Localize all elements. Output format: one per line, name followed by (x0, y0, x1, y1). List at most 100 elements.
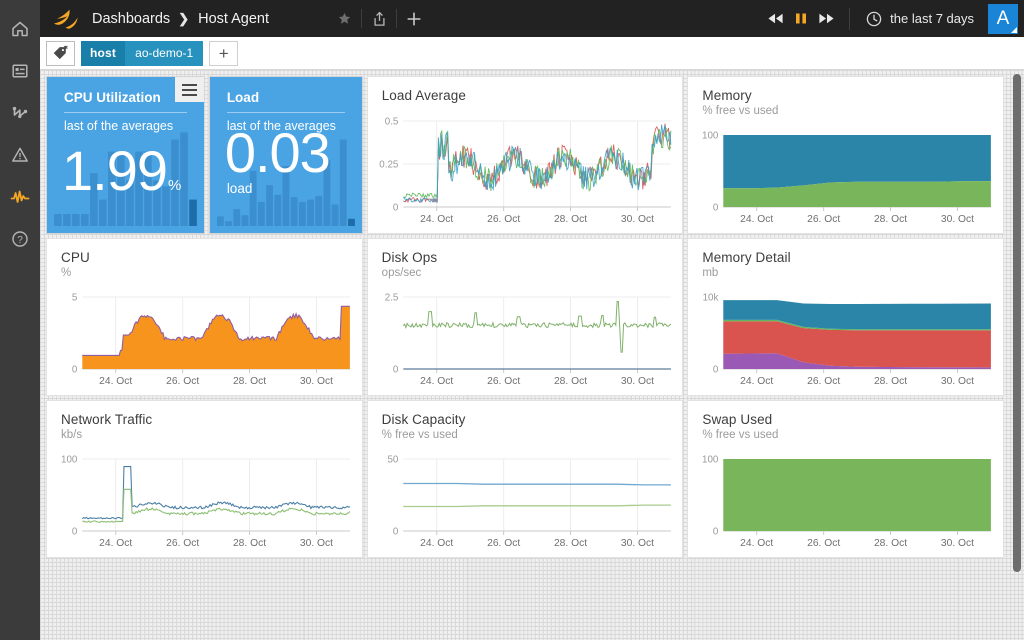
tag-value: ao-demo-1 (125, 41, 203, 66)
panel-title-load: Load (217, 84, 355, 105)
tag-asterisk-button[interactable] (46, 41, 75, 66)
sidebar-item-traces[interactable] (0, 92, 40, 134)
dashboards-icon (10, 61, 30, 81)
load-unit: load (227, 181, 253, 196)
panel-cell-memory: Memory % free vs used 010024. Oct26. Oct… (685, 74, 1006, 236)
time-range-label: the last 7 days (890, 11, 974, 26)
svg-text:0.25: 0.25 (379, 159, 399, 170)
cpu-utilization-value: 1.99% (62, 146, 180, 196)
breadcrumb: Dashboards ❯ Host Agent (92, 11, 269, 27)
brand-logo[interactable] (40, 8, 92, 30)
svg-text:5: 5 (72, 292, 78, 303)
svg-text:0: 0 (393, 526, 399, 537)
panel-title-disk-ops: Disk Ops (368, 239, 683, 265)
playback-controls (767, 12, 835, 25)
rewind-button[interactable] (767, 12, 784, 25)
tag-filter-host[interactable]: host ao-demo-1 (81, 41, 203, 66)
scrollbar-thumb[interactable] (1013, 74, 1021, 572)
svg-text:0: 0 (393, 202, 399, 213)
svg-text:28. Oct: 28. Oct (874, 214, 907, 225)
tag-asterisk-icon (52, 45, 69, 61)
add-tag-filter-button[interactable]: + (209, 41, 238, 66)
share-button[interactable] (362, 0, 396, 37)
panel-cell-load-average: Load Average 00.250.524. Oct26. Oct28. O… (365, 74, 686, 236)
panel-cpu-utilization[interactable]: CPU Utilization last of the averages 1.9… (46, 76, 205, 234)
panel-disk-capacity[interactable]: Disk Capacity % free vs used 05024. Oct2… (367, 400, 684, 558)
panel-row-2: CPU % 0524. Oct26. Oct28. Oct30. Oct Dis… (44, 236, 1006, 398)
svg-text:50: 50 (387, 454, 398, 465)
topbar-actions (327, 0, 431, 37)
panel-cell-cpu-utilization: CPU Utilization last of the averages 1.9… (44, 74, 207, 236)
svg-text:24. Oct: 24. Oct (99, 376, 132, 387)
user-avatar[interactable]: A (988, 4, 1018, 34)
time-range-picker[interactable]: the last 7 days (866, 11, 974, 27)
svg-text:24. Oct: 24. Oct (420, 538, 453, 549)
panel-memory-detail[interactable]: Memory Detail mb 010k24. Oct26. Oct28. O… (687, 238, 1004, 396)
panel-subtitle-memory: % free vs used (688, 103, 1003, 117)
chart-network-traffic: 010024. Oct26. Oct28. Oct30. Oct (47, 451, 362, 557)
alerts-icon (10, 145, 30, 165)
panel-swap-used[interactable]: Swap Used % free vs used 010024. Oct26. … (687, 400, 1004, 558)
panel-cell-cpu: CPU % 0524. Oct26. Oct28. Oct30. Oct (44, 236, 365, 398)
svg-text:28. Oct: 28. Oct (554, 538, 587, 549)
breadcrumb-current: Host Agent (198, 11, 269, 27)
svg-text:30. Oct: 30. Oct (621, 214, 654, 225)
pause-button[interactable] (795, 12, 807, 25)
panel-title-load-average: Load Average (368, 77, 683, 103)
top-bar: Dashboards ❯ Host Agent (40, 0, 1024, 37)
breadcrumb-dashboards[interactable]: Dashboards (92, 11, 170, 27)
dashboard-canvas: CPU Utilization last of the averages 1.9… (40, 70, 1024, 640)
panel-subtitle-swap-used: % free vs used (688, 427, 1003, 441)
svg-text:100: 100 (702, 130, 719, 141)
svg-text:26. Oct: 26. Oct (487, 214, 520, 225)
panel-subtitle-network-traffic: kb/s (47, 427, 362, 441)
traces-icon (10, 103, 30, 123)
panel-network-traffic[interactable]: Network Traffic kb/s 010024. Oct26. Oct2… (46, 400, 363, 558)
sidebar-item-metrics[interactable] (0, 176, 40, 218)
svg-text:?: ? (17, 235, 23, 246)
panel-memory[interactable]: Memory % free vs used 010024. Oct26. Oct… (687, 76, 1004, 234)
fast-forward-button[interactable] (818, 12, 835, 25)
avatar-initial: A (997, 8, 1010, 30)
panel-cell-swap-used: Swap Used % free vs used 010024. Oct26. … (685, 398, 1006, 560)
panel-load-average[interactable]: Load Average 00.250.524. Oct26. Oct28. O… (367, 76, 684, 234)
svg-text:28. Oct: 28. Oct (233, 376, 266, 387)
panel-subtitle-disk-capacity: % free vs used (368, 427, 683, 441)
panel-disk-ops[interactable]: Disk Ops ops/sec 02.524. Oct26. Oct28. O… (367, 238, 684, 396)
panel-cell-disk-ops: Disk Ops ops/sec 02.524. Oct26. Oct28. O… (365, 236, 686, 398)
panel-subtitle-cpu-utilization: last of the averages (54, 113, 197, 133)
panel-subtitle-cpu: % (47, 265, 362, 279)
main-column: Dashboards ❯ Host Agent (40, 0, 1024, 640)
pause-icon (795, 12, 807, 25)
panel-title-network-traffic: Network Traffic (47, 401, 362, 427)
bignum-inner-load: Load last of the averages 0.03 load (217, 84, 355, 226)
left-nav-rail: ? (0, 0, 40, 640)
sidebar-item-home[interactable] (0, 8, 40, 50)
sidebar-item-help[interactable]: ? (0, 218, 40, 260)
svg-text:28. Oct: 28. Oct (874, 538, 907, 549)
svg-text:24. Oct: 24. Oct (741, 214, 774, 225)
sidebar-item-alerts[interactable] (0, 134, 40, 176)
star-icon (338, 12, 351, 25)
panel-load[interactable]: Load last of the averages 0.03 load (209, 76, 363, 234)
panel-title-swap-used: Swap Used (688, 401, 1003, 427)
panel-cell-network-traffic: Network Traffic kb/s 010024. Oct26. Oct2… (44, 398, 365, 560)
sidebar-item-dashboards[interactable] (0, 50, 40, 92)
cpu-utilization-number: 1.99 (62, 139, 167, 202)
panel-menu-button[interactable] (175, 77, 204, 102)
fast-forward-icon (818, 12, 835, 25)
panel-row-3: Network Traffic kb/s 010024. Oct26. Oct2… (44, 398, 1006, 560)
svg-text:28. Oct: 28. Oct (233, 538, 266, 549)
svg-text:0: 0 (72, 526, 78, 537)
chart-swap-used: 010024. Oct26. Oct28. Oct30. Oct (688, 451, 1003, 557)
panel-cpu[interactable]: CPU % 0524. Oct26. Oct28. Oct30. Oct (46, 238, 363, 396)
chart-load-average: 00.250.524. Oct26. Oct28. Oct30. Oct (368, 113, 683, 233)
svg-text:30. Oct: 30. Oct (621, 376, 654, 387)
add-widget-button[interactable] (397, 0, 431, 37)
panel-subtitle-disk-ops: ops/sec (368, 265, 683, 279)
svg-text:0: 0 (713, 526, 719, 537)
metrics-icon (9, 187, 31, 207)
app-root: ? Dashboards ❯ Host Agent (0, 0, 1024, 640)
chart-memory: 010024. Oct26. Oct28. Oct30. Oct (688, 127, 1003, 233)
favorite-button[interactable] (327, 0, 361, 37)
